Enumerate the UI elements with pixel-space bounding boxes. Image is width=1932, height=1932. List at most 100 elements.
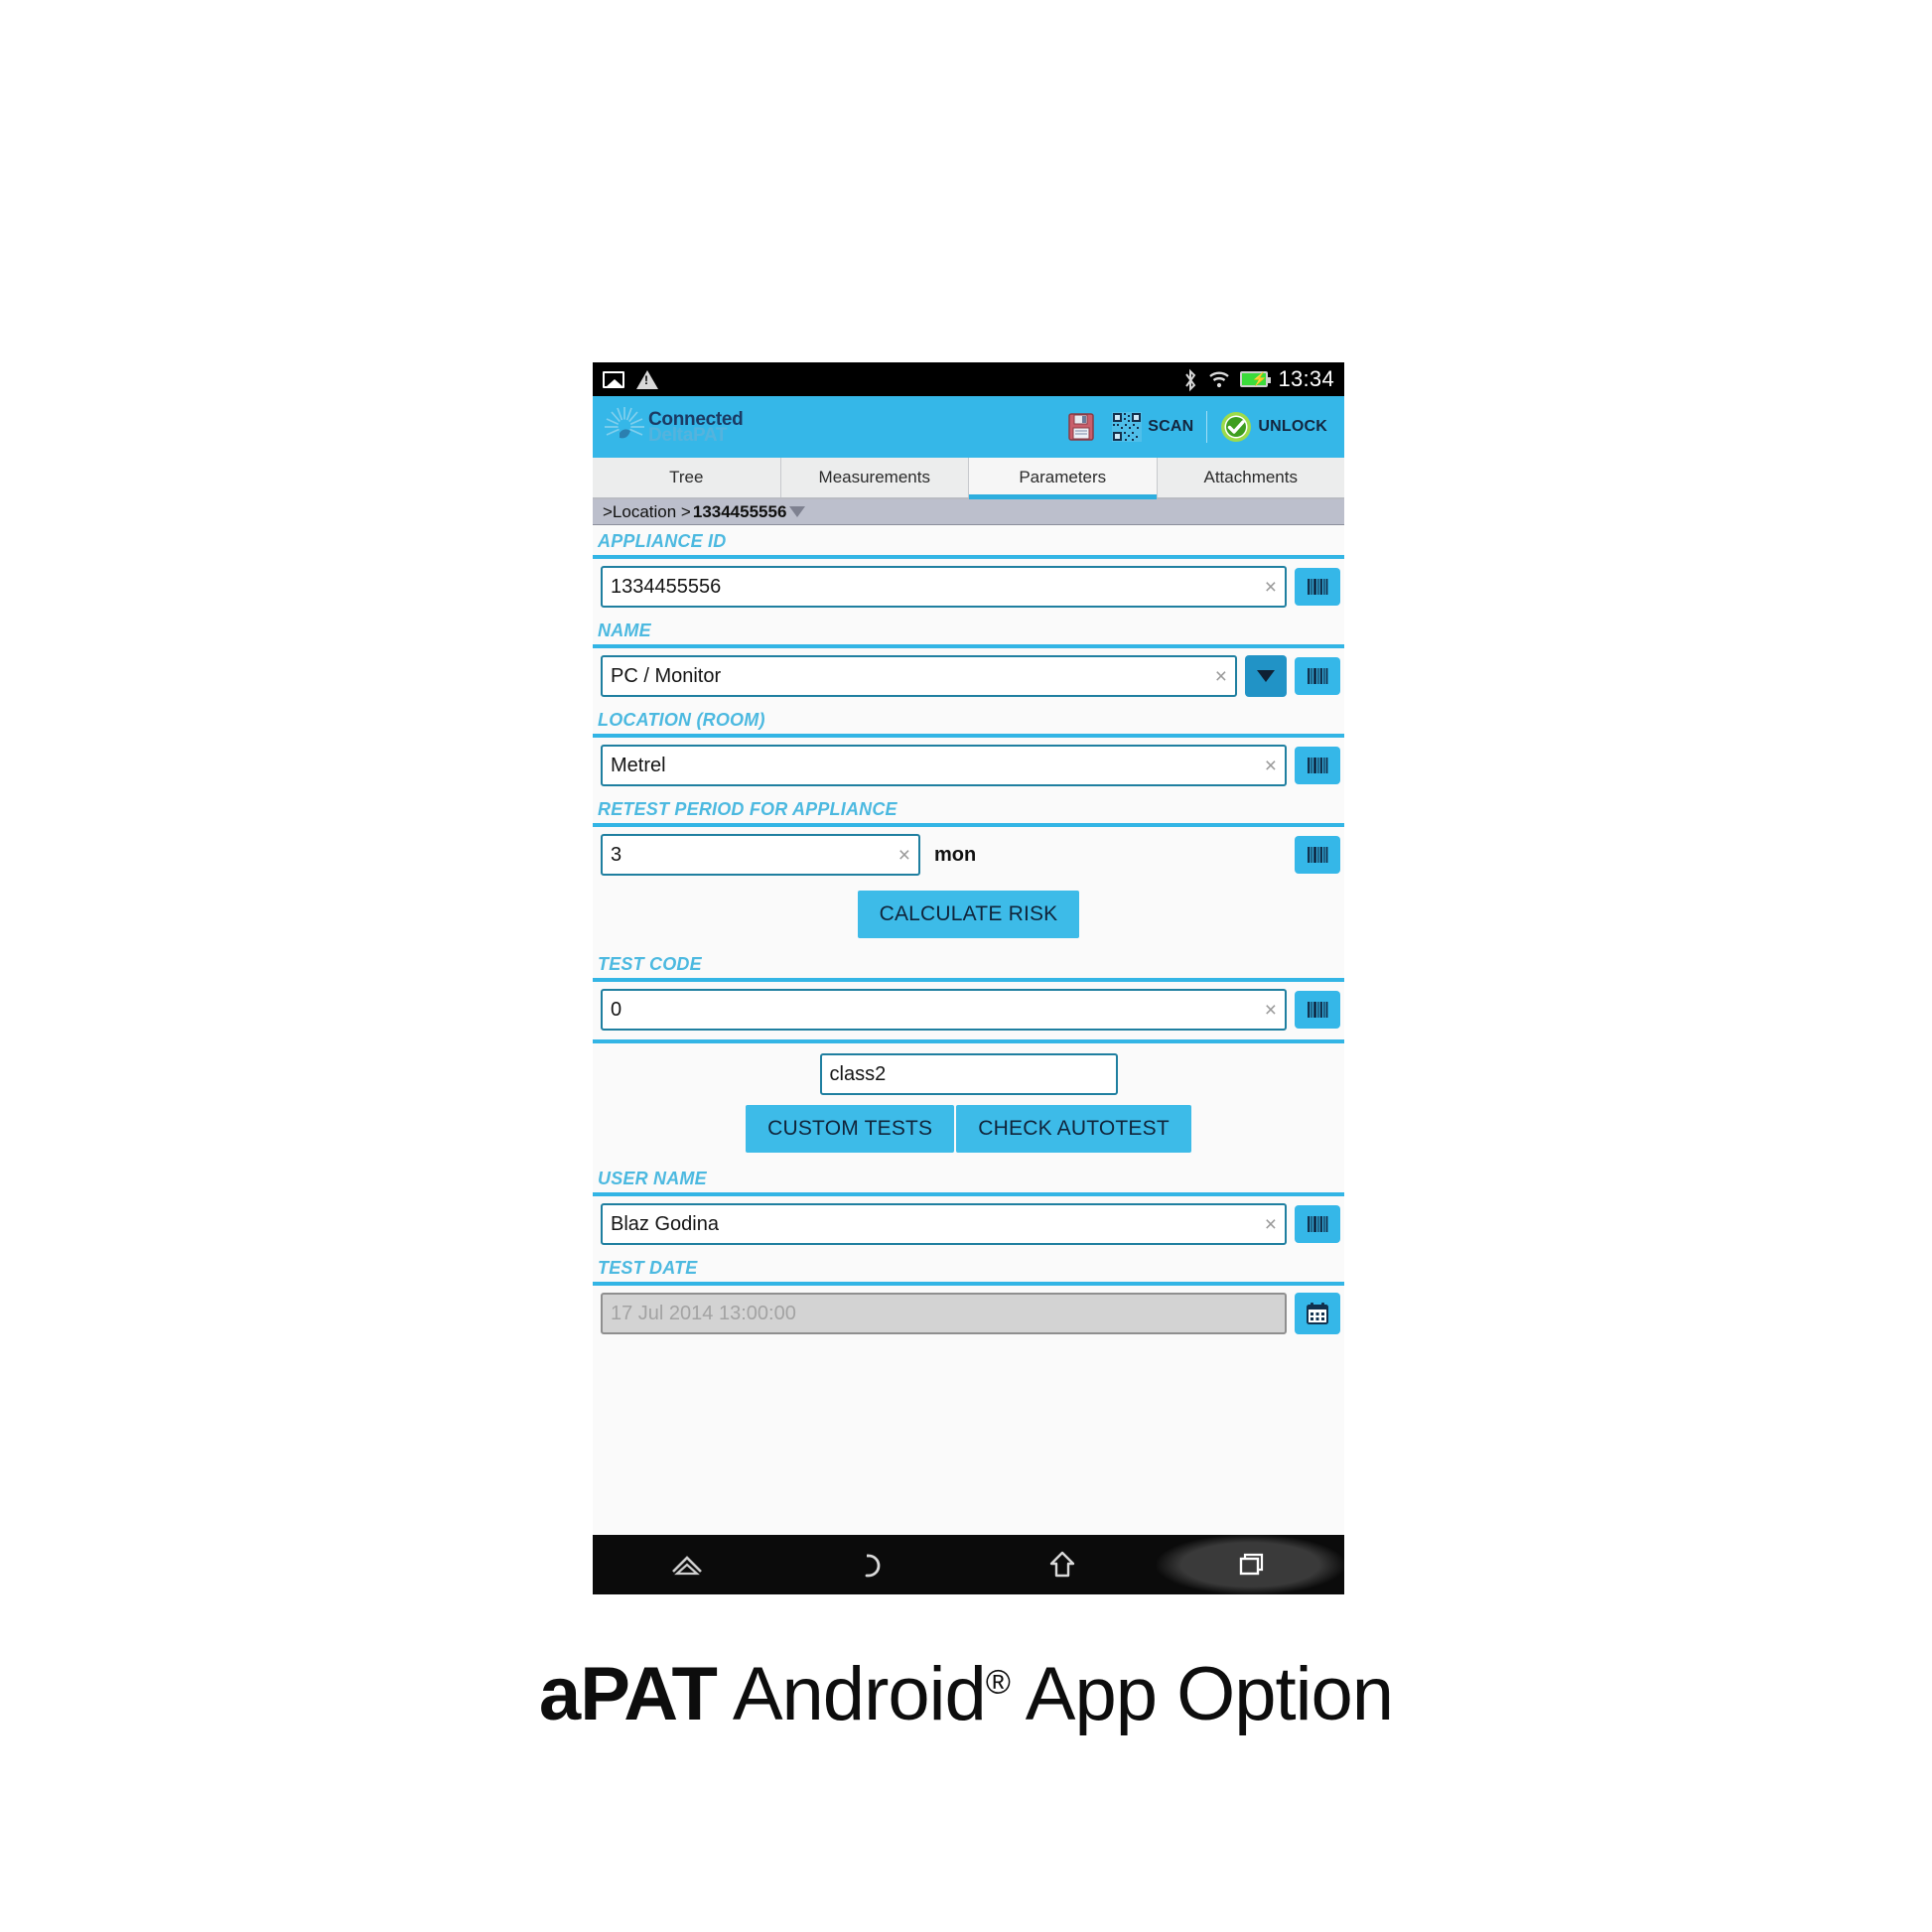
- qr-code-icon: [1112, 412, 1143, 442]
- nav-home-button[interactable]: [969, 1535, 1157, 1594]
- user-name-value: Blaz Godina: [611, 1212, 719, 1235]
- appliance-id-row: 1334455556 ×: [593, 559, 1344, 615]
- retest-period-unit: mon: [934, 843, 977, 866]
- caption-registered-mark: ®: [985, 1663, 1011, 1702]
- android-navigation-bar: [593, 1535, 1344, 1594]
- retest-period-row: 3 × mon: [593, 827, 1344, 883]
- location-value: Metrel: [611, 754, 666, 776]
- clear-icon[interactable]: ×: [1259, 1000, 1277, 1021]
- custom-tests-button[interactable]: CUSTOM TESTS: [746, 1105, 955, 1153]
- parameters-form: APPLIANCE ID 1334455556 × NAME PC / Moni…: [593, 525, 1344, 1394]
- app-logo: Connected DeltaPAT: [603, 405, 744, 449]
- user-name-barcode-button[interactable]: [1295, 1205, 1340, 1243]
- location-row: Metrel ×: [593, 738, 1344, 793]
- location-input[interactable]: Metrel ×: [601, 745, 1287, 786]
- bluetooth-icon: [1182, 368, 1198, 392]
- class-value: class2: [829, 1062, 887, 1085]
- recents-icon: [1240, 1553, 1264, 1576]
- photo-icon: [603, 370, 624, 388]
- clear-icon[interactable]: ×: [893, 845, 910, 866]
- scan-label: SCAN: [1148, 418, 1194, 435]
- collapse-icon: [671, 1556, 702, 1576]
- test-code-input[interactable]: 0 ×: [601, 989, 1287, 1031]
- tab-parameters[interactable]: Parameters: [969, 458, 1158, 499]
- name-dropdown-button[interactable]: [1245, 655, 1287, 697]
- chevron-down-icon: [1257, 670, 1275, 682]
- test-code-row: 0 ×: [593, 982, 1344, 1037]
- name-row: PC / Monitor ×: [593, 648, 1344, 704]
- name-value: PC / Monitor: [611, 664, 722, 687]
- user-name-label: USER NAME: [598, 1169, 707, 1188]
- nav-recents-button[interactable]: [1156, 1535, 1344, 1594]
- warning-icon: [636, 369, 658, 389]
- breadcrumb-id: 1334455556: [692, 501, 787, 521]
- status-bar-left: [603, 369, 658, 389]
- test-date-value: 17 Jul 2014 13:00:00: [611, 1302, 796, 1324]
- caption-brand: aPAT: [538, 1652, 718, 1736]
- status-bar: ⚡ 13:34: [593, 362, 1344, 396]
- save-button[interactable]: [1059, 413, 1103, 441]
- barcode-icon: [1308, 758, 1328, 773]
- clear-icon[interactable]: ×: [1259, 756, 1277, 776]
- status-bar-right: ⚡ 13:34: [1182, 366, 1334, 392]
- user-name-row: Blaz Godina ×: [593, 1196, 1344, 1252]
- caption-rest: Android: [716, 1652, 987, 1736]
- calendar-icon: [1307, 1303, 1328, 1324]
- barcode-icon: [1308, 1216, 1328, 1232]
- test-code-barcode-button[interactable]: [1295, 991, 1340, 1029]
- user-name-input[interactable]: Blaz Godina ×: [601, 1203, 1287, 1245]
- android-screenshot: ⚡ 13:34: [593, 362, 1344, 1594]
- test-date-row: 17 Jul 2014 13:00:00: [593, 1286, 1344, 1341]
- unlock-button[interactable]: UNLOCK: [1211, 411, 1336, 443]
- barcode-icon: [1308, 1002, 1328, 1018]
- appliance-id-label: APPLIANCE ID: [598, 531, 727, 551]
- check-autotest-button[interactable]: CHECK AUTOTEST: [956, 1105, 1191, 1153]
- clear-icon[interactable]: ×: [1209, 666, 1227, 687]
- app-logo-text: Connected DeltaPAT: [648, 410, 744, 445]
- scan-button[interactable]: SCAN: [1103, 412, 1202, 442]
- name-label: NAME: [598, 621, 651, 640]
- home-icon: [1049, 1551, 1075, 1578]
- tab-attachments[interactable]: Attachments: [1158, 458, 1345, 497]
- back-icon: [865, 1554, 881, 1578]
- location-barcode-button[interactable]: [1295, 747, 1340, 784]
- header-divider: [1206, 411, 1208, 443]
- retest-period-label: RETEST PERIOD FOR APPLIANCE: [598, 799, 897, 819]
- class-input[interactable]: class2: [819, 1053, 1118, 1095]
- tab-tree[interactable]: Tree: [593, 458, 781, 497]
- sunburst-logo-icon: [603, 405, 646, 449]
- appliance-id-value: 1334455556: [611, 575, 722, 598]
- clear-icon[interactable]: ×: [1259, 577, 1277, 598]
- nav-back-button[interactable]: [780, 1535, 968, 1594]
- figure-caption: aPAT Android® App Option: [0, 1651, 1932, 1737]
- breadcrumb[interactable]: >Location > 1334455556: [593, 499, 1344, 525]
- page-root: ⚡ 13:34: [0, 0, 1932, 1932]
- barcode-icon: [1308, 668, 1328, 684]
- status-bar-clock: 13:34: [1278, 366, 1334, 391]
- app-header: Connected DeltaPAT SCAN UNLOCK: [593, 396, 1344, 458]
- check-circle-icon: [1220, 411, 1252, 443]
- caret-down-icon: [789, 506, 806, 517]
- name-barcode-button[interactable]: [1295, 657, 1340, 695]
- tab-measurements[interactable]: Measurements: [781, 458, 969, 497]
- name-input[interactable]: PC / Monitor ×: [601, 655, 1237, 697]
- unlock-label: UNLOCK: [1258, 418, 1327, 435]
- breadcrumb-prefix: >Location >: [603, 501, 691, 521]
- clear-icon[interactable]: ×: [1259, 1214, 1277, 1235]
- appliance-id-input[interactable]: 1334455556 ×: [601, 566, 1287, 608]
- calculate-risk-row: CALCULATE RISK: [593, 883, 1344, 948]
- tab-bar: Tree Measurements Parameters Attachments: [593, 458, 1344, 499]
- test-buttons-row: CUSTOM TESTS CHECK AUTOTEST: [593, 1095, 1344, 1163]
- test-code-value: 0: [611, 998, 622, 1021]
- test-date-calendar-button[interactable]: [1295, 1293, 1340, 1334]
- retest-period-barcode-button[interactable]: [1295, 836, 1340, 874]
- test-date-input: 17 Jul 2014 13:00:00: [601, 1293, 1287, 1334]
- nav-collapse-button[interactable]: [593, 1535, 780, 1594]
- wifi-icon: [1208, 370, 1230, 388]
- retest-period-value: 3: [611, 843, 622, 866]
- retest-period-input[interactable]: 3 ×: [601, 834, 920, 876]
- appliance-id-barcode-button[interactable]: [1295, 568, 1340, 606]
- calculate-risk-button[interactable]: CALCULATE RISK: [857, 891, 1080, 938]
- location-label: LOCATION (ROOM): [598, 710, 765, 730]
- test-code-label: TEST CODE: [598, 954, 702, 974]
